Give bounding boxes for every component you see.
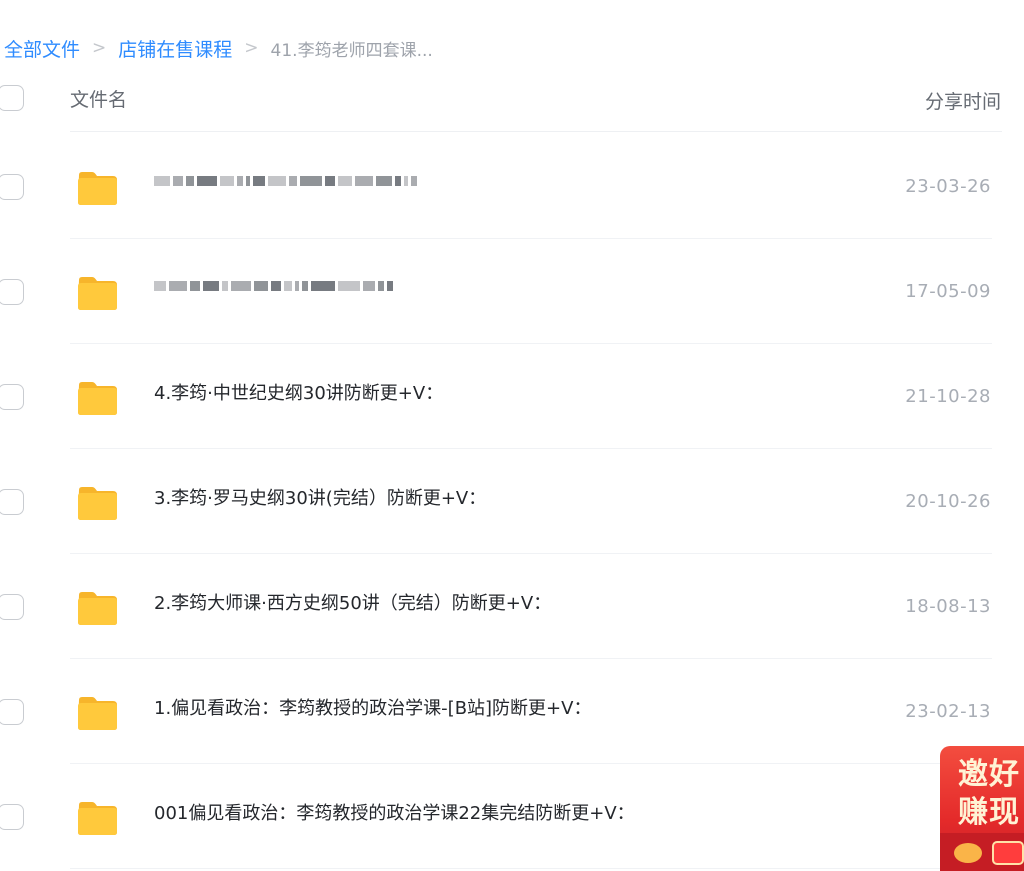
row-divider: [70, 868, 992, 869]
filename[interactable]: 4.李筠·中世纪史纲30讲防断更+V：: [154, 379, 443, 405]
share-date: 21-10-28: [905, 386, 991, 407]
folder-icon: [78, 592, 117, 625]
folder-icon: [78, 172, 117, 205]
header-divider: [70, 131, 1002, 132]
promo-footer: [940, 833, 1024, 871]
folder-icon: [78, 382, 117, 415]
row-checkbox[interactable]: [0, 174, 24, 200]
filename-redacted: [154, 173, 417, 189]
red-envelope-icon: [992, 841, 1024, 865]
filename[interactable]: 001偏见看政治：李筠教授的政治学课22集完结防断更+V：: [154, 799, 635, 825]
share-date: 20-10-26: [905, 491, 991, 512]
chevron-right-icon: >: [92, 38, 107, 58]
row-checkbox[interactable]: [0, 804, 24, 830]
share-date: 23-03-26: [905, 176, 991, 197]
file-row[interactable]: 2.李筠大师课·西方史纲50讲（完结）防断更+V： 18-08-13: [0, 554, 1024, 659]
breadcrumb-current-folder: 41.李筠老师四套课...: [270, 40, 433, 61]
file-list: 23-03-26 17-05-09 4.李筠·中世纪史纲30讲防断更+V： 21-10…: [0, 134, 1024, 869]
column-header-filename[interactable]: 文件名: [70, 85, 127, 112]
file-row[interactable]: 001偏见看政治：李筠教授的政治学课22集完结防断更+V：23-0: [0, 764, 1024, 869]
filename[interactable]: 3.李筠·罗马史纲30讲(完结）防断更+V：: [154, 484, 486, 510]
breadcrumb-store-courses[interactable]: 店铺在售课程: [118, 35, 232, 62]
promo-line-1: 邀好: [958, 757, 1020, 792]
row-checkbox[interactable]: [0, 699, 24, 725]
share-date: 17-05-09: [905, 281, 991, 302]
row-checkbox[interactable]: [0, 489, 24, 515]
file-list-page: 全部文件 > 店铺在售课程 > 41.李筠老师四套课... 文件名 分享时间 2…: [0, 0, 1024, 871]
folder-icon: [78, 697, 117, 730]
chevron-right-icon: >: [244, 38, 259, 58]
column-header-share-time[interactable]: 分享时间: [925, 87, 1001, 114]
select-all-checkbox[interactable]: [0, 85, 24, 111]
filename[interactable]: 1.偏见看政治：李筠教授的政治学课-[B站]防断更+V：: [154, 694, 591, 720]
breadcrumb: 全部文件 > 店铺在售课程 > 41.李筠老师四套课...: [4, 33, 433, 63]
row-checkbox[interactable]: [0, 279, 24, 305]
file-row[interactable]: 3.李筠·罗马史纲30讲(完结）防断更+V： 20-10-26: [0, 449, 1024, 554]
file-row[interactable]: 4.李筠·中世纪史纲30讲防断更+V： 21-10-28: [0, 344, 1024, 449]
share-date: 23-02-13: [905, 701, 991, 722]
invite-promo-banner[interactable]: 邀好 赚现: [940, 746, 1024, 871]
file-row[interactable]: 23-03-26: [0, 134, 1024, 239]
folder-icon: [78, 487, 117, 520]
row-checkbox[interactable]: [0, 384, 24, 410]
folder-icon: [78, 277, 117, 310]
coin-icon: [954, 843, 982, 863]
filename[interactable]: 2.李筠大师课·西方史纲50讲（完结）防断更+V：: [154, 589, 551, 615]
filename-redacted: [154, 278, 393, 294]
row-checkbox[interactable]: [0, 594, 24, 620]
share-date: 18-08-13: [905, 596, 991, 617]
promo-text: 邀好 赚现: [958, 756, 1020, 832]
breadcrumb-all-files[interactable]: 全部文件: [4, 35, 80, 62]
promo-line-2: 赚现: [958, 795, 1020, 830]
folder-icon: [78, 802, 117, 835]
file-row[interactable]: 17-05-09: [0, 239, 1024, 344]
file-row[interactable]: 1.偏见看政治：李筠教授的政治学课-[B站]防断更+V： 23-02-13: [0, 659, 1024, 764]
list-header: 文件名 分享时间: [0, 78, 1024, 132]
